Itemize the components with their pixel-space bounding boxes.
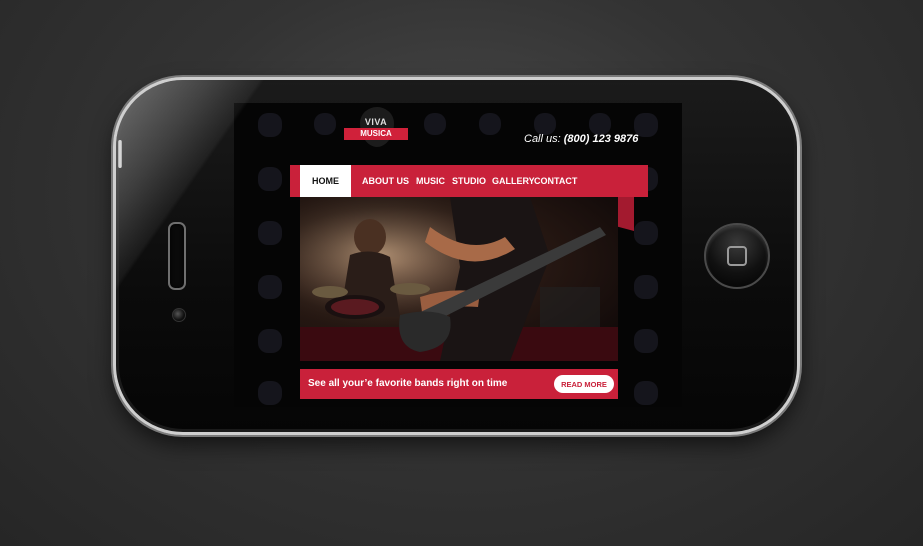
home-button[interactable] xyxy=(704,223,770,289)
call-us-number: (800) 123 9876 xyxy=(563,133,639,145)
hero-illustration xyxy=(300,197,618,361)
phone-screen: VIVA MUSICA Call us: (800) 123 9876 HOME… xyxy=(234,103,682,407)
logo-band-text: MUSICA xyxy=(344,128,408,140)
nav-item-contact[interactable]: CONTACT xyxy=(534,165,577,197)
phone-device: VIVA MUSICA Call us: (800) 123 9876 HOME… xyxy=(113,77,800,435)
read-more-button[interactable]: READ MORE xyxy=(554,375,614,393)
hero-image-band xyxy=(300,197,618,361)
front-camera xyxy=(172,308,186,322)
speaker-grille xyxy=(168,222,186,290)
nav-item-gallery[interactable]: GALLERY xyxy=(492,165,535,197)
nav-item-music[interactable]: MUSIC xyxy=(416,165,445,197)
main-nav: HOME ABOUT US MUSIC STUDIO GALLERY CONTA… xyxy=(290,165,648,197)
call-us-prefix: Call us: xyxy=(524,133,561,145)
nav-item-studio[interactable]: STUDIO xyxy=(452,165,486,197)
cta-banner: See all your’e favorite bands right on t… xyxy=(300,369,618,399)
guitar-pick-icon xyxy=(360,107,394,147)
logo-top-text: VIVA xyxy=(364,117,388,127)
nav-item-about-us[interactable]: ABOUT US xyxy=(362,165,409,197)
cta-text: See all your’e favorite bands right on t… xyxy=(308,378,508,389)
volume-button xyxy=(118,140,122,168)
call-us-text: Call us: (800) 123 9876 xyxy=(524,133,638,145)
home-square-icon xyxy=(727,246,747,266)
nav-item-home[interactable]: HOME xyxy=(300,165,351,197)
site-logo[interactable]: VIVA MUSICA xyxy=(344,107,408,149)
